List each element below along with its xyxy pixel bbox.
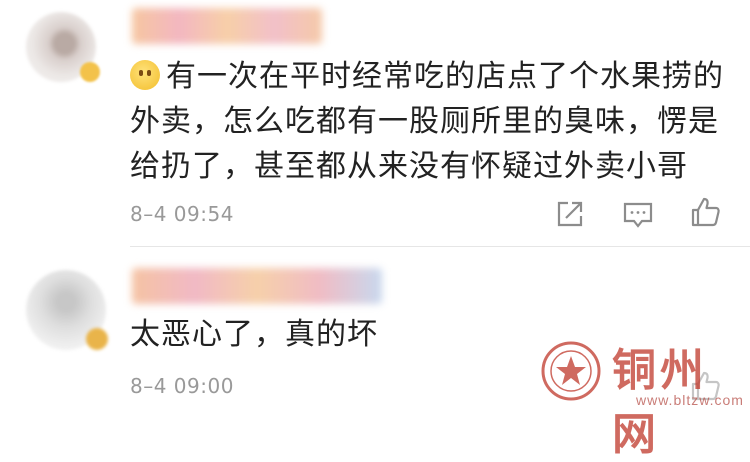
- avatar-badge-icon: [86, 328, 108, 350]
- comment-divider: [130, 246, 750, 247]
- comment-text-body: 有一次在平时经常吃的店点了个水果捞的外卖，怎么吃都有一股厕所里的臭味，愣是给扔了…: [130, 59, 724, 184]
- username-blurred[interactable]: [132, 8, 322, 44]
- share-icon[interactable]: [552, 196, 588, 232]
- watermark: 铜州网 www.bltzw.com: [540, 332, 745, 460]
- seal-logo-icon: [541, 341, 601, 401]
- watermark-url: www.bltzw.com: [636, 392, 744, 408]
- comment-timestamp: 8–4 09:00: [130, 374, 234, 398]
- like-icon[interactable]: [688, 194, 724, 230]
- reply-icon[interactable]: [620, 196, 656, 232]
- comment-item: 有一次在平时经常吃的店点了个水果捞的外卖，怎么吃都有一股厕所里的臭味，愣是给扔了…: [0, 0, 750, 248]
- thinking-face-emoji: [130, 60, 160, 90]
- comment-timestamp: 8–4 09:54: [130, 202, 234, 226]
- username-blurred[interactable]: [132, 268, 382, 304]
- comment-text: 有一次在平时经常吃的店点了个水果捞的外卖，怎么吃都有一股厕所里的臭味，愣是给扔了…: [130, 54, 730, 189]
- avatar-badge-icon: [80, 62, 100, 82]
